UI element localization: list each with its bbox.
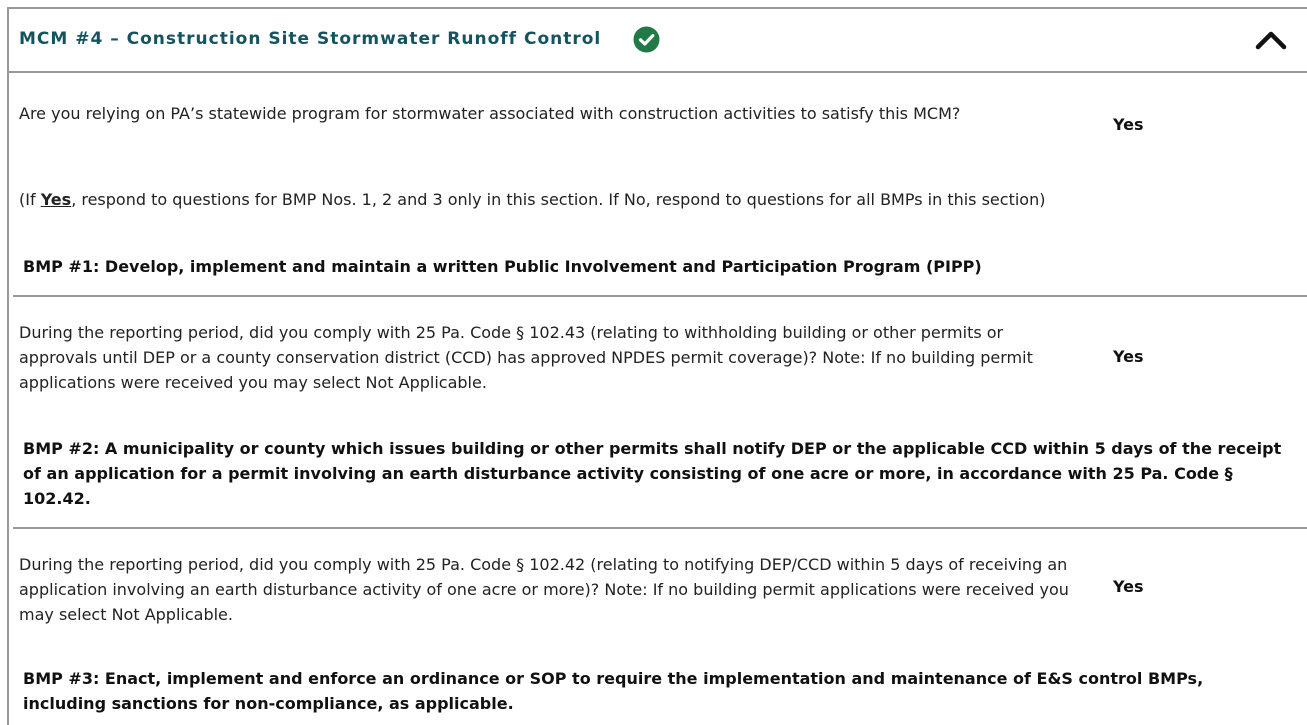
bmp-2-question-text: During the reporting period, did you com… [19,555,1069,624]
bmp-3-title: BMP #3: Enact, implement and enforce an … [23,669,1204,713]
bmp-1-question-text: During the reporting period, did you com… [19,323,1033,392]
note-yes-emphasis: Yes [40,190,72,209]
chevron-up-icon[interactable] [1254,29,1288,51]
bmp-1-title: BMP #1: Develop, implement and maintain … [23,257,982,276]
bmp-1-answer: Yes [1113,347,1144,366]
divider [13,527,1307,529]
note-suffix: , respond to questions for BMP Nos. 1, 2… [71,190,1046,209]
intro-question-answer: Yes [1113,115,1144,134]
divider [13,295,1307,297]
section-header[interactable]: MCM #4 – Construction Site Stormwater Ru… [9,9,1307,73]
note-prefix: (If [19,190,41,209]
instruction-note: (If Yes, respond to questions for BMP No… [19,189,1045,211]
mcm-4-panel: MCM #4 – Construction Site Stormwater Ru… [7,7,1307,725]
check-circle-icon [633,26,660,53]
bmp-2-title: BMP #2: A municipality or county which i… [23,439,1282,508]
intro-question-text: Are you relying on PA’s statewide progra… [19,104,961,123]
bmp-2-answer: Yes [1113,577,1144,596]
section-title: MCM #4 – Construction Site Stormwater Ru… [19,29,602,49]
